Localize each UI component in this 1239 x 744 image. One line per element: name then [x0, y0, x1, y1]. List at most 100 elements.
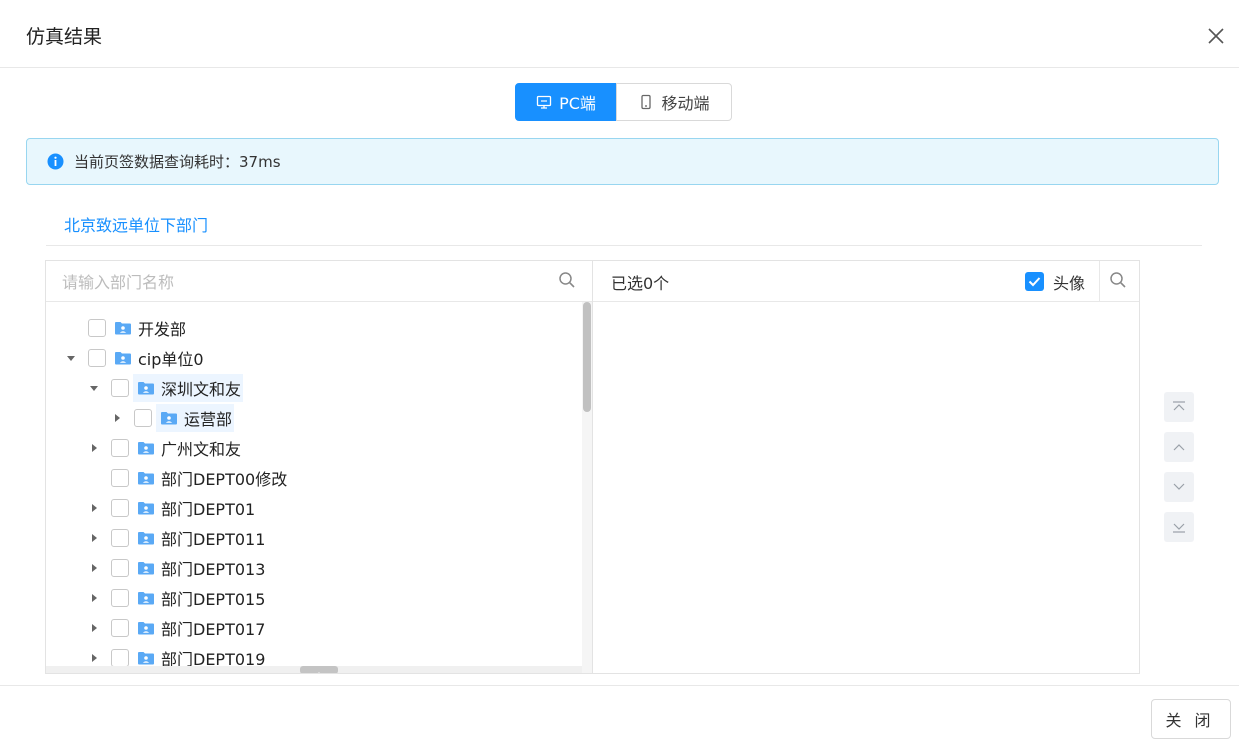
tree-checkbox[interactable]	[134, 409, 152, 427]
tree-node-label: 深圳文和友	[161, 380, 242, 399]
tree-checkbox[interactable]	[111, 469, 129, 487]
tree-checkbox[interactable]	[111, 649, 129, 667]
department-tree-panel: 开发部 cip单位0 深圳文和友 运营部	[45, 260, 593, 674]
caret-right-icon[interactable]	[110, 411, 124, 425]
tree-node[interactable]: 部门DEPT01	[87, 493, 255, 523]
tree-checkbox[interactable]	[111, 439, 129, 457]
tree-node[interactable]: 广州文和友	[87, 433, 241, 463]
pc-view-label: PC端	[559, 94, 596, 113]
phone-icon	[641, 94, 652, 110]
tree-checkbox[interactable]	[88, 319, 106, 337]
tree-node-label: cip单位0	[138, 350, 204, 369]
tree-node[interactable]: 部门DEPT017	[87, 613, 265, 643]
pc-view-button[interactable]: PC端	[515, 83, 617, 121]
folder-user-icon	[137, 590, 155, 606]
move-up-icon	[1173, 444, 1185, 451]
avatar-checkbox[interactable]	[1025, 272, 1044, 291]
caret-right-icon[interactable]	[87, 651, 101, 665]
tree-node-label: 部门DEPT011	[161, 530, 266, 549]
folder-user-icon	[114, 320, 132, 336]
tree-node-highlight: 运营部	[156, 404, 235, 432]
folder-user-icon	[137, 470, 155, 486]
tab-divider	[46, 245, 1202, 246]
mobile-view-label: 移动端	[661, 94, 710, 113]
tab-beijing-departments[interactable]: 北京致远单位下部门	[64, 212, 208, 236]
tree-node-label: 部门DEPT015	[161, 590, 266, 609]
chevron-up-icon	[318, 672, 320, 673]
close-icon[interactable]	[1204, 24, 1228, 48]
caret-down-icon[interactable]	[64, 351, 78, 365]
selected-count: 已选0个	[611, 274, 670, 293]
header-divider	[0, 67, 1239, 68]
query-time-alert: 当前页签数据查询耗时：37ms	[26, 138, 1219, 185]
tree-checkbox[interactable]	[111, 559, 129, 577]
move-top-icon	[1173, 401, 1185, 411]
tree-node-label: 部门DEPT00修改	[161, 470, 288, 489]
tree-node[interactable]: 部门DEPT011	[87, 523, 265, 553]
tree-checkbox[interactable]	[111, 619, 129, 637]
tree-node-label: 部门DEPT017	[161, 620, 266, 639]
folder-user-icon	[137, 530, 155, 546]
selected-panel: 已选0个 头像	[592, 260, 1140, 674]
tree-node[interactable]: cip单位0	[64, 343, 204, 373]
folder-user-icon	[137, 440, 155, 456]
folder-user-icon	[137, 650, 155, 666]
search-icon[interactable]	[558, 271, 576, 289]
dialog-title: 仿真结果	[26, 26, 103, 48]
tree-node-label: 运营部	[184, 410, 233, 429]
move-down-icon	[1173, 483, 1185, 490]
tree-node-label: 部门DEPT013	[161, 560, 266, 579]
tree-node-label: 部门DEPT019	[161, 650, 266, 668]
avatar-label: 头像	[1053, 274, 1086, 293]
tree-node[interactable]: 部门DEPT015	[87, 583, 265, 613]
caret-down-icon[interactable]	[87, 381, 101, 395]
folder-user-icon	[137, 500, 155, 516]
mobile-view-button[interactable]: 移动端	[616, 83, 732, 121]
caret-right-icon[interactable]	[87, 501, 101, 515]
move-up-button[interactable]	[1164, 432, 1194, 462]
folder-user-icon	[137, 560, 155, 576]
tree-node[interactable]: 部门DEPT013	[87, 553, 265, 583]
tree-node[interactable]: 部门DEPT00修改	[87, 463, 287, 493]
caret-right-icon[interactable]	[87, 621, 101, 635]
department-search-bar	[46, 261, 592, 302]
tree-checkbox[interactable]	[111, 529, 129, 547]
folder-user-icon	[114, 350, 132, 366]
monitor-icon	[536, 95, 552, 109]
tree-checkbox[interactable]	[111, 499, 129, 517]
scrollbar-thumb[interactable]	[583, 302, 591, 412]
folder-user-icon	[137, 620, 155, 636]
tree-vertical-scrollbar[interactable]	[582, 302, 592, 673]
close-button[interactable]: 关 闭	[1151, 699, 1231, 739]
search-icon[interactable]	[1109, 271, 1127, 289]
tree-node[interactable]: 开发部	[64, 313, 186, 343]
alert-text: 当前页签数据查询耗时：37ms	[74, 153, 281, 171]
folder-user-icon	[137, 380, 155, 396]
tree-checkbox[interactable]	[111, 589, 129, 607]
caret-right-icon[interactable]	[87, 441, 101, 455]
info-icon	[47, 153, 64, 170]
tree-node[interactable]: 运营部	[110, 403, 235, 433]
department-tree: 开发部 cip单位0 深圳文和友 运营部 广州文和友 部门DEPT00修改 部门…	[46, 302, 582, 668]
tree-checkbox[interactable]	[111, 379, 129, 397]
tree-node[interactable]: 部门DEPT019	[87, 643, 265, 668]
folder-user-icon	[160, 410, 178, 426]
tree-node-label: 部门DEPT01	[161, 500, 256, 519]
tree-node[interactable]: 深圳文和友	[87, 373, 244, 403]
tree-checkbox[interactable]	[88, 349, 106, 367]
move-down-button[interactable]	[1164, 472, 1194, 502]
footer-divider	[0, 685, 1239, 686]
check-icon	[1028, 277, 1041, 287]
header-separator	[1099, 261, 1100, 301]
scrollbar-thumb[interactable]	[300, 666, 338, 673]
caret-right-icon[interactable]	[87, 561, 101, 575]
tree-node-label: 广州文和友	[161, 440, 242, 459]
move-top-button[interactable]	[1164, 392, 1194, 422]
tree-horizontal-scrollbar[interactable]	[46, 666, 582, 673]
caret-right-icon[interactable]	[87, 591, 101, 605]
tree-node-highlight: 深圳文和友	[133, 374, 244, 402]
caret-right-icon[interactable]	[87, 531, 101, 545]
department-search-input[interactable]	[60, 268, 544, 296]
move-bottom-button[interactable]	[1164, 512, 1194, 542]
